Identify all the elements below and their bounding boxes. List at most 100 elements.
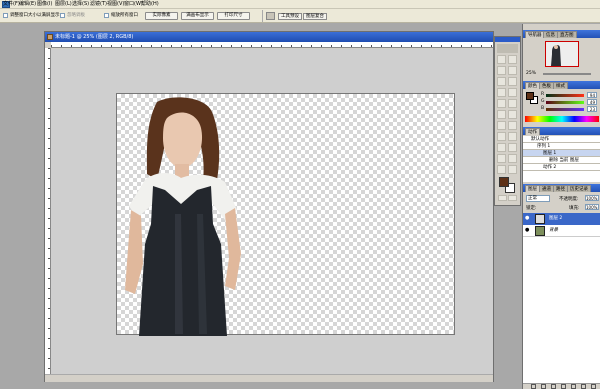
b-slider[interactable] — [546, 108, 584, 111]
list-item[interactable]: 删除 当前 图层 — [523, 157, 600, 164]
navigator-preview-image — [546, 42, 578, 66]
actual-pixels-button[interactable]: 实际像素 — [145, 12, 178, 20]
fit-screen-button[interactable]: 满画布显示 — [181, 12, 214, 20]
menu-layer[interactable]: 图层(L) — [55, 1, 72, 8]
g-value-field[interactable]: 49 — [587, 99, 597, 105]
ignore-palettes-checkbox[interactable] — [60, 13, 65, 18]
tab-layer-comps[interactable]: 图层复合 — [303, 13, 327, 20]
layer-name: 背景 — [549, 228, 558, 233]
new-group-icon[interactable] — [571, 384, 576, 389]
eye-icon[interactable]: ● — [525, 216, 530, 221]
crop-tool-icon[interactable] — [497, 77, 506, 86]
type-tool-icon[interactable] — [508, 132, 517, 141]
opacity-label: 不透明度: — [559, 197, 579, 202]
menu-filter[interactable]: 滤镜(T) — [90, 1, 107, 8]
navigator-zoom-slider[interactable] — [543, 73, 591, 75]
divider — [262, 10, 263, 22]
quick-mask-on-icon[interactable] — [508, 195, 517, 201]
brush-tool-icon[interactable] — [508, 88, 517, 97]
r-slider[interactable] — [546, 94, 584, 97]
tab-navigator[interactable]: 导航器 — [525, 31, 545, 38]
list-item[interactable]: 序列 1 — [523, 143, 600, 150]
foreground-color-swatch[interactable] — [499, 177, 509, 187]
tab-paths[interactable]: 路径 — [553, 185, 568, 192]
quick-mask-off-icon[interactable] — [498, 195, 507, 201]
g-slider[interactable] — [546, 101, 584, 104]
path-select-tool-icon[interactable] — [497, 132, 506, 141]
fill-field[interactable]: 100% — [585, 204, 599, 210]
menu-select[interactable]: 选择(S) — [72, 1, 89, 8]
color-ramp[interactable] — [525, 116, 599, 122]
slice-tool-icon[interactable] — [508, 77, 517, 86]
menu-image[interactable]: 图像(I) — [37, 1, 52, 8]
list-item[interactable]: 动作 2 — [523, 164, 600, 171]
list-item[interactable]: 图层 1 — [523, 150, 600, 157]
right-panel-dock: 导航器 信息 直方图 25% 颜色 色板 样式 R G B 94 49 23 动… — [522, 24, 600, 389]
layer-mask-icon[interactable] — [551, 384, 556, 389]
notes-tool-icon[interactable] — [497, 154, 506, 163]
b-value-field[interactable]: 23 — [587, 106, 597, 112]
pen-tool-icon[interactable] — [497, 143, 506, 152]
layer-style-icon[interactable] — [541, 384, 546, 389]
lasso-tool-icon[interactable] — [497, 66, 506, 75]
layer-thumbnail — [535, 226, 545, 236]
tab-actions[interactable]: 动作 — [525, 128, 540, 135]
tab-histogram[interactable]: 直方图 — [557, 31, 577, 38]
menu-edit[interactable]: 编辑(E) — [19, 1, 36, 8]
dodge-tool-icon[interactable] — [508, 121, 517, 130]
tab-history[interactable]: 历史记录 — [567, 185, 591, 192]
zoom-all-checkbox[interactable] — [104, 13, 109, 18]
actions-list: 默认动作 序列 1 图层 1 删除 当前 图层 动作 2 — [523, 136, 600, 182]
adjustment-layer-icon[interactable] — [561, 384, 566, 389]
navigator-thumbnail[interactable] — [545, 41, 579, 67]
tab-styles[interactable]: 样式 — [553, 82, 568, 89]
opacity-field[interactable]: 100% — [585, 195, 599, 201]
image-canvas[interactable] — [116, 93, 455, 336]
blend-mode-select[interactable]: 正常 — [526, 195, 550, 202]
resize-windows-checkbox[interactable] — [3, 13, 8, 18]
layers-list: ● 图层 2 ● 背景 — [523, 213, 600, 383]
new-layer-icon[interactable] — [581, 384, 586, 389]
menu-view[interactable]: 视图(V) — [107, 1, 124, 8]
photoshop-logo-icon — [497, 44, 518, 53]
eyedropper-tool-icon[interactable] — [508, 154, 517, 163]
r-value-field[interactable]: 94 — [587, 92, 597, 98]
toolbox-titlebar[interactable] — [495, 37, 520, 42]
layer-thumbnail — [535, 214, 545, 224]
tab-swatches[interactable]: 色板 — [539, 82, 554, 89]
document-title: 未标题-1 @ 25% (图层 2, RGB/8) — [55, 34, 134, 40]
layer-row[interactable]: ● 背景 — [523, 225, 600, 237]
layer-row[interactable]: ● 图层 2 — [523, 213, 600, 225]
healing-brush-tool-icon[interactable] — [497, 88, 506, 97]
stamp-tool-icon[interactable] — [497, 99, 506, 108]
print-size-button[interactable]: 打印尺寸 — [217, 12, 250, 20]
blur-tool-icon[interactable] — [497, 121, 506, 130]
link-layers-icon[interactable] — [531, 384, 536, 389]
document-titlebar[interactable]: 未标题-1 @ 25% (图层 2, RGB/8) — [45, 32, 493, 42]
painted-figure-image — [125, 97, 241, 336]
menu-file[interactable]: 文件(F) — [3, 1, 20, 8]
zoom-all-label: 缩放所有窗口 — [111, 13, 138, 18]
hand-tool-icon[interactable] — [497, 165, 506, 174]
fill-label: 填充: — [569, 206, 580, 211]
palette-well-icon — [266, 12, 275, 20]
trash-icon[interactable] — [591, 384, 596, 389]
navigator-zoom-value[interactable]: 25% — [526, 71, 536, 76]
tab-info[interactable]: 信息 — [543, 31, 558, 38]
move-tool-icon[interactable] — [508, 55, 517, 64]
gradient-tool-icon[interactable] — [508, 110, 517, 119]
menu-help[interactable]: 帮助(H) — [141, 1, 159, 8]
color-foreground-swatch[interactable] — [526, 92, 534, 100]
magic-wand-tool-icon[interactable] — [508, 66, 517, 75]
marquee-tool-icon[interactable] — [497, 55, 506, 64]
history-brush-tool-icon[interactable] — [508, 99, 517, 108]
zoom-tool-icon[interactable] — [508, 165, 517, 174]
tab-layers[interactable]: 图层 — [525, 185, 540, 192]
eye-icon[interactable]: ● — [525, 228, 530, 233]
eraser-tool-icon[interactable] — [497, 110, 506, 119]
tab-tool-presets[interactable]: 工具预设 — [278, 13, 302, 20]
tab-color[interactable]: 颜色 — [525, 82, 540, 89]
tab-channels[interactable]: 通道 — [539, 185, 554, 192]
list-item[interactable]: 默认动作 — [523, 136, 600, 143]
shape-tool-icon[interactable] — [508, 143, 517, 152]
